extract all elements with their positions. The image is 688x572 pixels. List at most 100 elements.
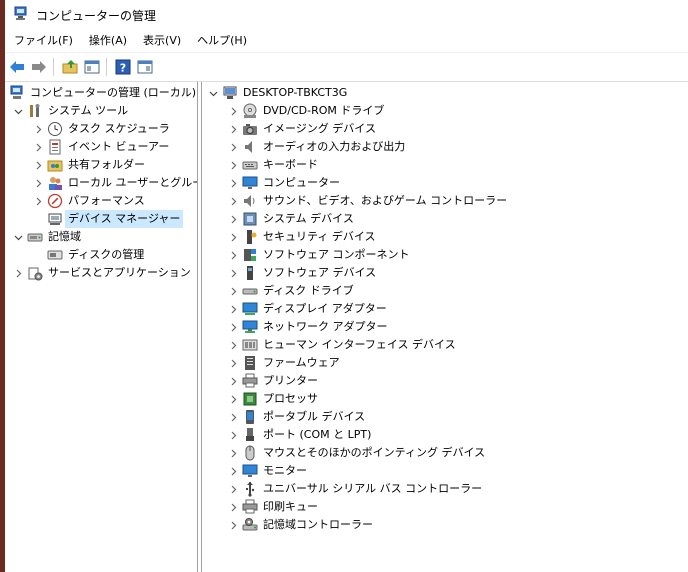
tree-item-storage[interactable]: 記憶域 <box>13 228 81 246</box>
chevron-right-icon[interactable] <box>228 246 238 264</box>
tree-item-event-viewer[interactable]: イベント ビューアー <box>33 138 169 156</box>
chevron-right-icon[interactable] <box>228 426 238 444</box>
chevron-right-icon[interactable] <box>228 444 238 462</box>
device-category-label: ポータブル デバイス <box>263 410 366 423</box>
device-category[interactable]: プリンター <box>228 372 318 390</box>
device-category[interactable]: マウスとそのほかのポインティング デバイス <box>228 444 485 462</box>
forward-button[interactable] <box>29 57 49 77</box>
chevron-down-icon[interactable] <box>13 228 23 246</box>
software-component-icon <box>242 247 258 263</box>
device-category-label: ユニバーサル シリアル バス コントローラー <box>263 482 483 495</box>
tree-item-task-scheduler[interactable]: タスク スケジューラ <box>33 120 170 138</box>
tree-item-performance[interactable]: パフォーマンス <box>33 192 145 210</box>
chevron-right-icon[interactable] <box>228 480 238 498</box>
device-category[interactable]: イメージング デバイス <box>228 120 376 138</box>
toolbar-separator <box>106 58 107 76</box>
chevron-right-icon[interactable] <box>228 354 238 372</box>
device-category[interactable]: ファームウェア <box>228 354 340 372</box>
tree-item-services-apps[interactable]: サービスとアプリケーション <box>13 264 191 282</box>
chevron-right-icon[interactable] <box>33 138 43 156</box>
device-category[interactable]: 印刷キュー <box>228 498 318 516</box>
tree-label: タスク スケジューラ <box>68 122 170 135</box>
device-category[interactable]: ソフトウェア コンポーネント <box>228 246 410 264</box>
chevron-down-icon[interactable] <box>208 84 218 102</box>
action-pane-button[interactable] <box>135 57 155 77</box>
event-log-icon <box>47 139 63 155</box>
chevron-right-icon[interactable] <box>33 192 43 210</box>
chevron-down-icon[interactable] <box>13 102 23 120</box>
device-root[interactable]: DESKTOP-TBKCT3G <box>208 84 347 102</box>
device-category[interactable]: ネットワーク アダプター <box>228 318 388 336</box>
chevron-right-icon[interactable] <box>228 120 238 138</box>
help-button[interactable]: ? <box>113 57 133 77</box>
device-manager-icon <box>47 211 63 227</box>
device-category[interactable]: プロセッサ <box>228 390 318 408</box>
chevron-right-icon[interactable] <box>228 156 238 174</box>
menu-help[interactable]: ヘルプ(H) <box>189 31 255 51</box>
device-category[interactable]: DVD/CD-ROM ドライブ <box>228 102 384 120</box>
device-category[interactable]: サウンド、ビデオ、およびゲーム コントローラー <box>228 192 507 210</box>
device-category[interactable]: キーボード <box>228 156 318 174</box>
chevron-right-icon[interactable] <box>228 228 238 246</box>
device-category[interactable]: オーディオの入力および出力 <box>228 138 405 156</box>
menu-action[interactable]: 操作(A) <box>81 31 135 51</box>
tree-item-disk-management[interactable]: ディスクの管理 <box>33 246 144 264</box>
device-category[interactable]: ヒューマン インターフェイス デバイス <box>228 336 456 354</box>
up-folder-icon <box>62 60 78 74</box>
computer-icon <box>222 85 238 101</box>
chevron-right-icon[interactable] <box>228 408 238 426</box>
back-button[interactable] <box>7 57 27 77</box>
chevron-right-icon[interactable] <box>33 120 43 138</box>
chevron-right-icon[interactable] <box>228 102 238 120</box>
device-category-label: オーディオの入力および出力 <box>263 140 406 153</box>
device-category[interactable]: システム デバイス <box>228 210 354 228</box>
device-category-label: イメージング デバイス <box>263 122 376 135</box>
device-category[interactable]: コンピューター <box>228 174 340 192</box>
title-bar: コンピューターの管理 <box>5 0 688 30</box>
chevron-right-icon[interactable] <box>228 174 238 192</box>
menu-view[interactable]: 表示(V) <box>135 31 189 51</box>
menu-file[interactable]: ファイル(F) <box>5 31 81 51</box>
device-category[interactable]: ポート (COM と LPT) <box>228 426 371 444</box>
chevron-right-icon[interactable] <box>33 174 43 192</box>
users-icon <box>47 175 63 191</box>
tree-label: イベント ビューアー <box>68 140 170 153</box>
device-category[interactable]: モニター <box>228 462 307 480</box>
chevron-right-icon[interactable] <box>33 156 43 174</box>
device-category[interactable]: ポータブル デバイス <box>228 408 365 426</box>
up-button[interactable] <box>60 57 80 77</box>
chevron-right-icon[interactable] <box>228 138 238 156</box>
chevron-right-icon[interactable] <box>228 498 238 516</box>
chevron-right-icon[interactable] <box>228 390 238 408</box>
chevron-right-icon[interactable] <box>228 336 238 354</box>
device-category-label: セキュリティ デバイス <box>263 230 376 243</box>
tree-item-shared-folders[interactable]: 共有フォルダー <box>33 156 145 174</box>
device-category[interactable]: ディスク ドライブ <box>228 282 354 300</box>
firmware-icon <box>242 355 258 371</box>
tree-item-local-users[interactable]: ローカル ユーザーとグループ <box>33 174 197 192</box>
monitor-icon <box>242 463 258 479</box>
chevron-right-icon[interactable] <box>228 192 238 210</box>
chevron-right-icon[interactable] <box>228 516 238 534</box>
chevron-right-icon[interactable] <box>228 372 238 390</box>
chevron-right-icon[interactable] <box>228 282 238 300</box>
tree-item-system-tools[interactable]: システム ツール <box>13 102 128 120</box>
tree-item-device-manager[interactable]: デバイス マネージャー <box>33 210 184 228</box>
device-category[interactable]: 記憶域コントローラー <box>228 516 373 534</box>
device-category[interactable]: ディスプレイ アダプター <box>228 300 387 318</box>
chevron-right-icon[interactable] <box>228 318 238 336</box>
chevron-right-icon[interactable] <box>228 210 238 228</box>
device-category[interactable]: セキュリティ デバイス <box>228 228 376 246</box>
device-category[interactable]: ソフトウェア デバイス <box>228 264 376 282</box>
tree-label: パフォーマンス <box>68 194 145 207</box>
console-tree-button[interactable] <box>82 57 102 77</box>
chevron-right-icon[interactable] <box>13 264 23 282</box>
tools-icon <box>27 103 43 119</box>
device-category[interactable]: ユニバーサル シリアル バス コントローラー <box>228 480 482 498</box>
chevron-right-icon[interactable] <box>228 462 238 480</box>
processor-icon <box>242 391 258 407</box>
tree-label: システム ツール <box>48 104 129 117</box>
tree-item-root[interactable]: コンピューターの管理 (ローカル) <box>9 84 196 102</box>
chevron-right-icon[interactable] <box>228 264 238 282</box>
chevron-right-icon[interactable] <box>228 300 238 318</box>
